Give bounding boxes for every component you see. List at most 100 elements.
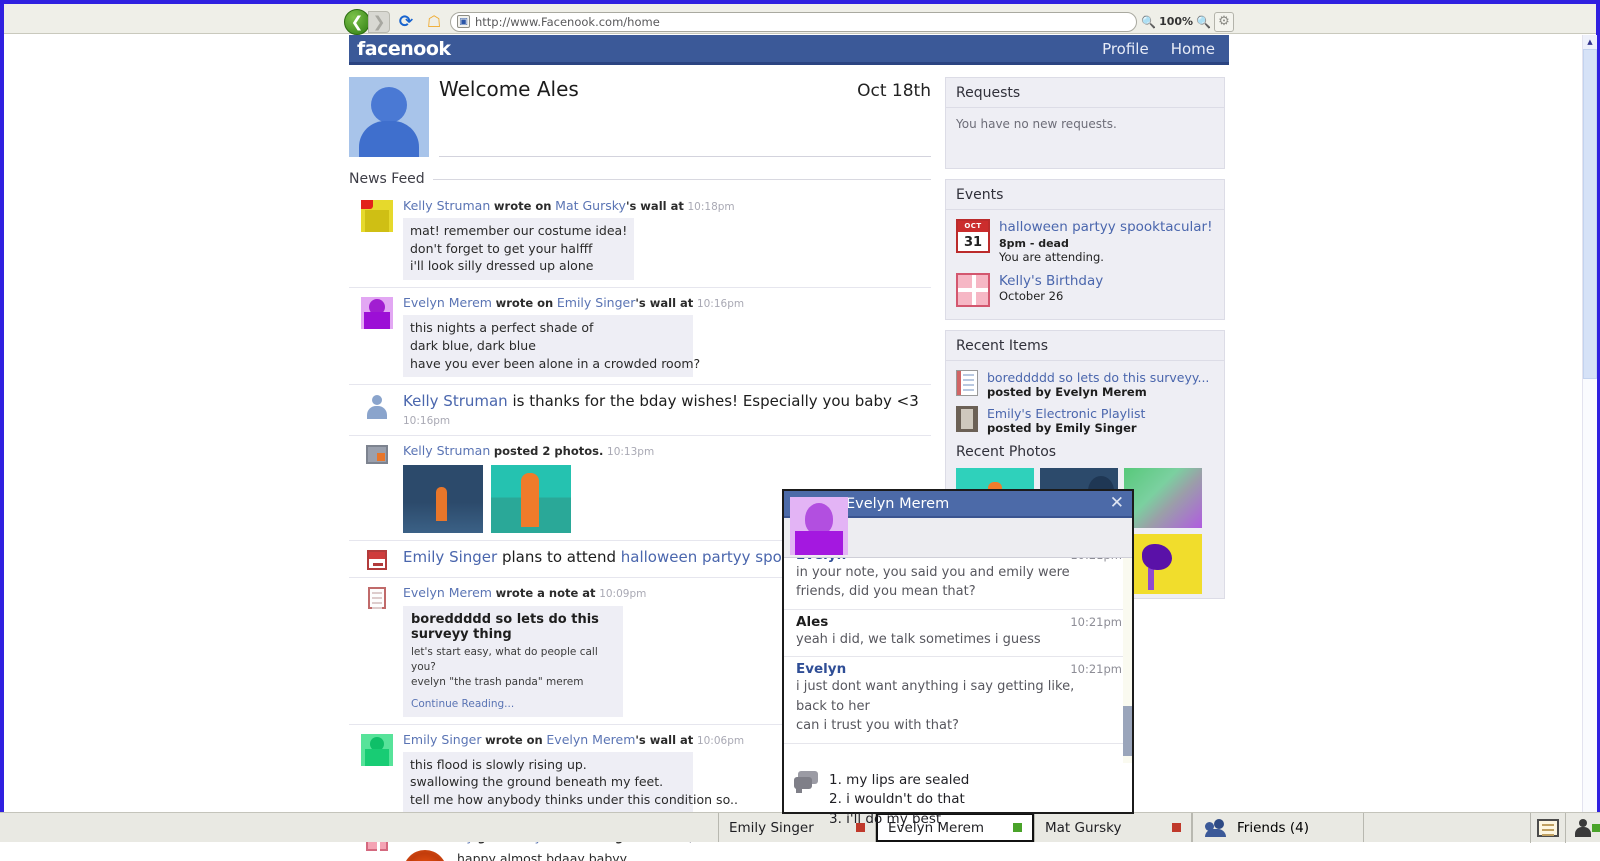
recent-item-author: posted by Emily Singer (987, 421, 1137, 436)
recent-item[interactable]: Emily's Electronic Playlist posted by Em… (956, 406, 1214, 435)
chat-message-line: can i trust you with that? (796, 718, 959, 734)
vertical-scrollbar[interactable]: ▲ (1582, 35, 1597, 838)
gear-icon[interactable]: ⚙ (1214, 11, 1234, 32)
chat-reply-option[interactable]: 3. i'll do my best (829, 810, 969, 829)
home-icon[interactable]: ☖ (422, 10, 446, 34)
site-logo[interactable]: facenook (357, 38, 451, 60)
feed-item-avatar[interactable] (361, 732, 393, 814)
feed-item[interactable]: Kelly Struman is thanks for the bday wis… (349, 385, 931, 437)
chat-message: Evelyn 10:21pm in your note, you said yo… (784, 558, 1132, 610)
reload-icon[interactable]: ⟳ (394, 10, 418, 34)
chat-log[interactable]: Evelyn 10:21pm in your note, you said yo… (784, 558, 1132, 763)
post-photo-thumb[interactable] (403, 465, 483, 534)
post-line: tell me how anybody thinks under this co… (410, 792, 738, 808)
chat-reply-option[interactable]: 2. i wouldn't do that (829, 790, 969, 809)
chat-reply-option[interactable]: 1. my lips are sealed (829, 771, 969, 790)
zoom-in-icon[interactable]: 🔍 (1196, 15, 1211, 29)
post-photo-thumb[interactable] (491, 465, 571, 534)
back-arrow-icon[interactable]: ❮ (344, 8, 370, 35)
page-title: Welcome Ales (439, 77, 579, 101)
post-time: 10:16pm (403, 415, 451, 428)
user-status-icon (1573, 818, 1600, 837)
post-action: wrote on (495, 296, 554, 311)
post-author[interactable]: Evelyn Merem (403, 585, 492, 600)
event-title[interactable]: Kelly's Birthday (999, 273, 1103, 289)
recent-photo-thumb[interactable] (1124, 534, 1202, 595)
post-status: is thanks for the bday wishes! Especiall… (512, 392, 919, 411)
post-author[interactable]: Emily Singer (403, 548, 497, 566)
address-bar[interactable]: ▣ http://www.Facenook.com/home (450, 11, 1138, 32)
post-time: 10:09pm (599, 588, 647, 601)
scroll-up-icon[interactable]: ▲ (1583, 35, 1597, 49)
feed-item-avatar[interactable] (361, 295, 393, 377)
chat-message-time: 10:21pm (1070, 662, 1122, 677)
chat-message-author: Evelyn (796, 558, 846, 563)
post-line: happy almost bdaay babyy (457, 850, 628, 861)
note-line: let's start easy, what do people call yo… (411, 646, 598, 674)
feed-item[interactable]: Kelly Struman wrote on Mat Gursky's wall… (349, 191, 931, 289)
friends-label: Friends (4) (1237, 819, 1309, 836)
recent-photo-thumb[interactable] (1124, 468, 1202, 529)
chat-scroll-thumb[interactable] (1123, 706, 1132, 756)
post-action: wrote on (493, 199, 552, 213)
post-line: i'll look silly dressed up alone (410, 258, 594, 274)
event-row[interactable]: OCT 31 halloween partyy spooktacular! 8p… (956, 219, 1214, 264)
scroll-thumb[interactable] (1583, 49, 1597, 379)
recent-item-title[interactable]: Emily's Electronic Playlist (987, 406, 1145, 421)
post-line: this flood is slowly rising up. (410, 756, 587, 772)
taskbar-spacer (0, 813, 718, 842)
avatar[interactable] (349, 77, 429, 157)
tray-monitor-button[interactable] (1530, 812, 1565, 843)
post-line: dark blue, dark blue (410, 337, 536, 353)
post-author[interactable]: Emily Singer (403, 732, 482, 747)
post-bubble: mat! remember our costume idea! don't fo… (403, 217, 635, 281)
news-feed-heading: News Feed (349, 171, 931, 187)
post-author[interactable]: Kelly Struman (403, 392, 508, 410)
zoom-out-icon[interactable]: 🔍 (1141, 15, 1156, 29)
requests-card: Requests You have no new requests. (945, 77, 1225, 169)
event-status: You are attending. (999, 250, 1104, 265)
event-icon (361, 548, 393, 571)
url-text: http://www.Facenook.com/home (475, 14, 660, 29)
browser-toolbar: ❮ ❯ ⟳ ☖ ▣ http://www.Facenook.com/home 🔍… (344, 8, 1234, 35)
post-author[interactable]: Evelyn Merem (403, 295, 492, 310)
chat-title: Evelyn Merem (846, 495, 950, 512)
post-target[interactable]: Evelyn Merem (546, 732, 635, 747)
post-time: 10:16pm (696, 298, 745, 311)
forward-arrow-icon[interactable]: ❯ (368, 10, 390, 33)
feed-item[interactable]: Evelyn Merem wrote on Emily Singer's wal… (349, 288, 931, 386)
chat-reply-options: 1. my lips are sealed 2. i wouldn't do t… (784, 763, 1132, 829)
taskbar-item-friends[interactable]: Friends (4) (1192, 813, 1364, 842)
gift-icon (956, 273, 990, 308)
chat-message-time: 10:21pm (1070, 614, 1122, 629)
nav-home[interactable]: Home (1171, 40, 1215, 58)
post-line: mat! remember our costume idea! (410, 222, 628, 238)
feed-item-avatar[interactable] (361, 198, 393, 280)
tray-user-button[interactable] (1565, 812, 1600, 843)
close-icon[interactable]: ✕ (1110, 495, 1124, 512)
speech-bubble-icon (794, 771, 820, 793)
post-author[interactable]: Kelly Struman (403, 443, 490, 458)
requests-title: Requests (946, 78, 1224, 108)
post-action2: 's wall at (625, 199, 684, 213)
event-title[interactable]: halloween partyy spooktacular! (999, 219, 1213, 235)
zoom-level-label: 100% (1159, 15, 1194, 28)
calendar-month: OCT (958, 221, 988, 232)
recent-item-title[interactable]: boreddddd so lets do this surveyy... (987, 370, 1209, 385)
post-action2: 's wall at (635, 732, 694, 747)
recent-items-title: Recent Items (946, 331, 1224, 362)
continue-reading-link[interactable]: Continue Reading... (411, 698, 615, 710)
post-target[interactable]: Emily Singer (557, 295, 636, 310)
post-target[interactable]: Mat Gursky (555, 198, 626, 213)
recent-item[interactable]: boreddddd so lets do this surveyy... pos… (956, 370, 1214, 399)
page-favicon: ▣ (457, 15, 470, 28)
nav-profile[interactable]: Profile (1102, 40, 1149, 58)
note-icon (956, 370, 978, 397)
chat-window[interactable]: Evelyn Merem ✕ Evelyn 10:21pm in your no… (782, 489, 1134, 827)
post-author[interactable]: Kelly Struman (403, 198, 490, 213)
post-line: this nights a perfect shade of (410, 320, 594, 335)
chat-message: Ales 10:21pm yeah i did, we talk sometim… (784, 610, 1132, 658)
taskbar-empty (1364, 813, 1530, 842)
chat-scrollbar[interactable] (1123, 558, 1132, 763)
event-row[interactable]: Kelly's Birthday October 26 (956, 273, 1214, 308)
